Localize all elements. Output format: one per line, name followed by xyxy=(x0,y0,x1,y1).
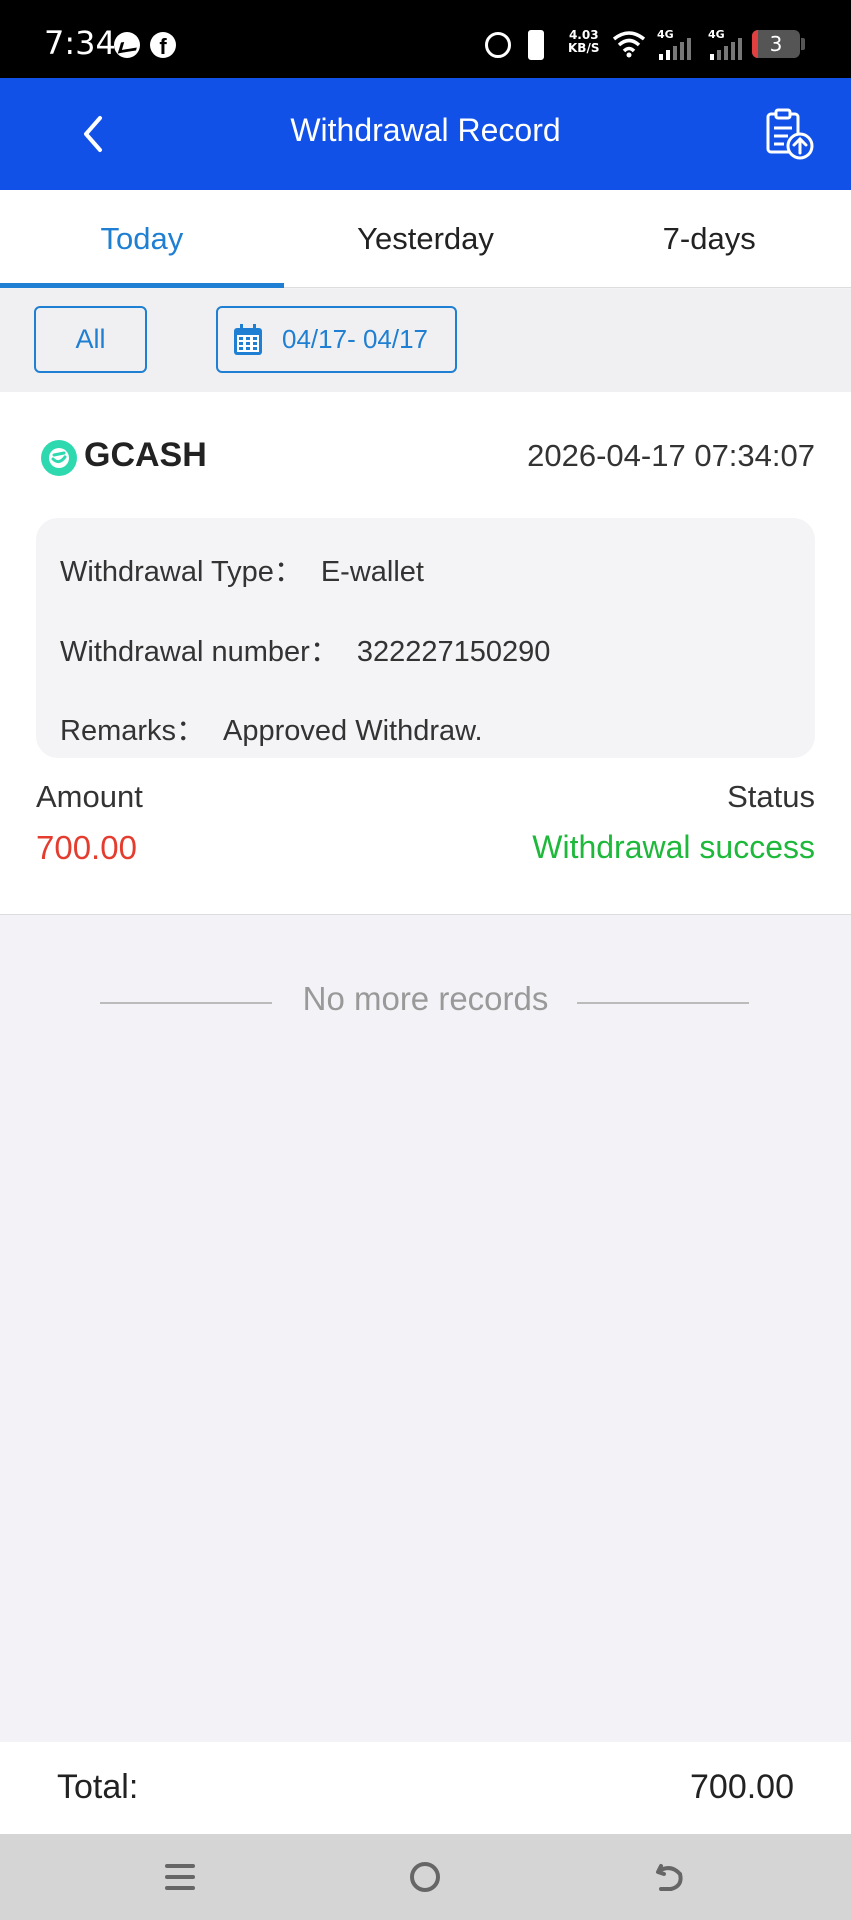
date-tabs: Today Yesterday 7-days xyxy=(0,190,851,288)
network-speed-unit: KB/S xyxy=(568,41,600,55)
list-end-text: No more records xyxy=(302,980,549,1017)
amount-value: 700.00 xyxy=(36,829,137,866)
date-range-button[interactable]: 04/17- 04/17 xyxy=(216,306,457,373)
total-label: Total: xyxy=(57,1768,139,1806)
messenger-icon xyxy=(114,32,140,58)
withdrawal-record-card[interactable]: GCASH 2026-04-17 07:34:07 Withdrawal Typ… xyxy=(0,392,851,915)
status-time: 7:34 xyxy=(44,24,116,62)
app-header: Withdrawal Record xyxy=(0,78,851,190)
tab-today[interactable]: Today xyxy=(0,190,284,288)
system-nav-bar xyxy=(0,1834,851,1920)
home-icon[interactable] xyxy=(400,1852,450,1902)
withdrawal-number-row: Withdrawal number： 322227150290 xyxy=(60,628,550,670)
clipboard-upload-icon xyxy=(766,108,814,160)
gcash-logo xyxy=(41,440,77,476)
all-filter-button[interactable]: All xyxy=(34,306,147,373)
tab-yesterday[interactable]: Yesterday xyxy=(284,190,568,287)
remarks-row: Remarks： Approved Withdraw. xyxy=(60,707,483,749)
amount-label: Amount xyxy=(36,779,143,814)
network-speed: 4.03 KB/S xyxy=(568,29,599,55)
calendar-icon xyxy=(234,324,262,355)
wifi-icon xyxy=(612,31,646,58)
battery-nub xyxy=(801,38,805,50)
withdrawal-number-value: 322227150290 xyxy=(356,636,551,668)
tab-7-days[interactable]: 7-days xyxy=(567,190,851,287)
record-details: Withdrawal Type： E-wallet Withdrawal numb… xyxy=(36,518,815,758)
withdrawal-type-value: E-wallet xyxy=(320,556,424,588)
battery-level: 3 xyxy=(769,32,783,56)
status-bar: 7:34 f 4.03 KB/S 4G 4G 3 xyxy=(0,0,851,78)
total-bar: Total: 700.00 xyxy=(0,1742,851,1834)
filter-bar: All 04/17- 04/17 xyxy=(0,289,851,392)
status-value: Withdrawal success xyxy=(532,829,815,865)
withdrawal-type-row: Withdrawal Type： E-wallet xyxy=(60,548,424,590)
remarks-label: Remarks： xyxy=(60,715,206,747)
vibrate-icon xyxy=(528,30,544,60)
page-title: Withdrawal Record xyxy=(290,112,561,148)
status-label: Status xyxy=(727,779,815,814)
alarm-icon xyxy=(485,32,511,58)
battery-icon: 3 xyxy=(752,30,800,58)
signal-icon: 4G xyxy=(706,28,744,60)
payment-method: GCASH xyxy=(84,436,207,474)
divider-right xyxy=(577,1002,749,1004)
page: 7:34 f 4.03 KB/S 4G 4G 3 Withdrawal Reco… xyxy=(0,0,851,1920)
signal-icon: 4G xyxy=(655,28,693,60)
total-value: 700.00 xyxy=(690,1768,794,1806)
upload-record-button[interactable] xyxy=(762,106,818,162)
back-nav-icon[interactable] xyxy=(645,1852,695,1902)
recent-apps-icon[interactable] xyxy=(155,1852,205,1902)
facebook-icon: f xyxy=(150,32,176,59)
withdrawal-type-label: Withdrawal Type： xyxy=(60,556,303,588)
record-datetime: 2026-04-17 07:34:07 xyxy=(527,438,815,473)
withdrawal-number-label: Withdrawal number： xyxy=(60,636,339,668)
date-range-label: 04/17- 04/17 xyxy=(282,324,429,354)
remarks-value: Approved Withdraw. xyxy=(223,715,483,747)
